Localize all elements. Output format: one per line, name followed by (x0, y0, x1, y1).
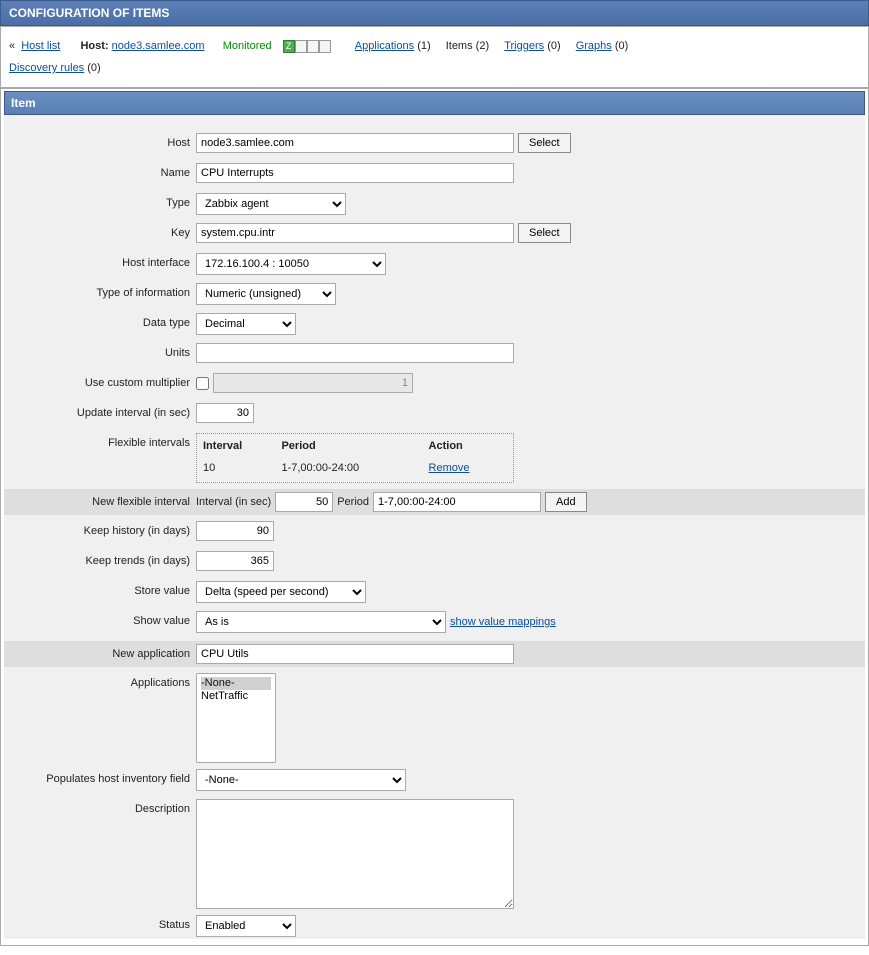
new-app-input[interactable] (196, 644, 514, 664)
triggers-link[interactable]: Triggers (504, 40, 544, 52)
applications-label: Applications (4, 673, 196, 689)
host-interface-select[interactable]: 172.16.100.4 : 10050 (196, 253, 386, 275)
graphs-link[interactable]: Graphs (576, 40, 612, 52)
show-value-label: Show value (4, 611, 196, 627)
applications-select[interactable]: -None- NetTraffic (196, 673, 276, 763)
new-app-label: New application (4, 648, 196, 660)
status-label: Status (4, 915, 196, 931)
flex-col-period: Period (281, 440, 428, 452)
flex-col-interval: Interval (203, 440, 281, 452)
page-header: CONFIGURATION OF ITEMS (0, 0, 869, 26)
graphs-count: (0) (615, 40, 628, 52)
zbx-avail-icon: Z (283, 40, 295, 53)
new-flex-period-input[interactable] (373, 492, 541, 512)
description-label: Description (4, 799, 196, 815)
keep-trends-label: Keep trends (in days) (4, 551, 196, 567)
pop-inventory-select[interactable]: -None- (196, 769, 406, 791)
key-input[interactable] (196, 223, 514, 243)
item-form: Host Select Name Type Zabbix agent Key S… (4, 115, 865, 939)
show-value-mappings-link[interactable]: show value mappings (450, 616, 556, 628)
ipmi-avail-icon (319, 40, 331, 53)
new-flex-label: New flexible interval (4, 496, 196, 508)
multiplier-checkbox[interactable] (196, 377, 209, 390)
triggers-count: (0) (547, 40, 560, 52)
flex-row-remove-link[interactable]: Remove (429, 462, 470, 474)
availability-icons: Z (283, 40, 331, 53)
key-select-button[interactable]: Select (518, 223, 571, 243)
units-input[interactable] (196, 343, 514, 363)
discovery-link[interactable]: Discovery rules (9, 62, 84, 74)
info-type-select[interactable]: Numeric (unsigned) (196, 283, 336, 305)
update-interval-input[interactable] (196, 403, 254, 423)
host-select-button[interactable]: Select (518, 133, 571, 153)
multiplier-label: Use custom multiplier (4, 373, 196, 389)
host-name-link[interactable]: node3.samlee.com (112, 40, 205, 52)
new-flex-interval-input[interactable] (275, 492, 333, 512)
host-label: Host: (80, 40, 108, 52)
data-type-label: Data type (4, 313, 196, 329)
type-select[interactable]: Zabbix agent (196, 193, 346, 215)
new-flex-interval-label: Interval (in sec) (196, 496, 271, 508)
type-field-label: Type (4, 193, 196, 209)
item-panel-header: Item (4, 91, 865, 115)
host-list-link[interactable]: Host list (21, 40, 60, 52)
jmx-avail-icon (307, 40, 319, 53)
update-interval-label: Update interval (in sec) (4, 403, 196, 419)
keep-trends-input[interactable] (196, 551, 274, 571)
description-textarea[interactable] (196, 799, 514, 909)
info-type-label: Type of information (4, 283, 196, 299)
items-count: (2) (476, 40, 489, 52)
store-value-label: Store value (4, 581, 196, 597)
monitored-status: Monitored (223, 40, 272, 52)
new-flex-period-label: Period (337, 496, 369, 508)
flex-row-period: 1-7,00:00-24:00 (281, 462, 428, 474)
host-field-label: Host (4, 133, 196, 149)
units-label: Units (4, 343, 196, 359)
multiplier-input (213, 373, 413, 393)
flex-row-interval: 10 (203, 462, 281, 474)
applications-count: (1) (417, 40, 430, 52)
key-field-label: Key (4, 223, 196, 239)
new-flex-add-button[interactable]: Add (545, 492, 587, 512)
pop-inventory-label: Populates host inventory field (4, 769, 196, 785)
name-field-label: Name (4, 163, 196, 179)
back-arrow: « (9, 40, 15, 52)
host-input[interactable] (196, 133, 514, 153)
status-select[interactable]: Enabled (196, 915, 296, 937)
show-value-select[interactable]: As is (196, 611, 446, 633)
keep-history-input[interactable] (196, 521, 274, 541)
host-nav-bar: « Host list Host: node3.samlee.com Monit… (0, 26, 869, 88)
discovery-count: (0) (87, 62, 100, 74)
data-type-select[interactable]: Decimal (196, 313, 296, 335)
keep-history-label: Keep history (in days) (4, 521, 196, 537)
name-input[interactable] (196, 163, 514, 183)
flex-row: 10 1-7,00:00-24:00 Remove (197, 458, 513, 482)
flex-intervals-table: Interval Period Action 10 1-7,00:00-24:0… (196, 433, 514, 483)
host-interface-label: Host interface (4, 253, 196, 269)
items-label: Items (446, 40, 473, 52)
flex-intervals-label: Flexible intervals (4, 433, 196, 449)
snmp-avail-icon (295, 40, 307, 53)
store-value-select[interactable]: Delta (speed per second) (196, 581, 366, 603)
applications-link[interactable]: Applications (355, 40, 414, 52)
flex-col-action: Action (429, 440, 507, 452)
